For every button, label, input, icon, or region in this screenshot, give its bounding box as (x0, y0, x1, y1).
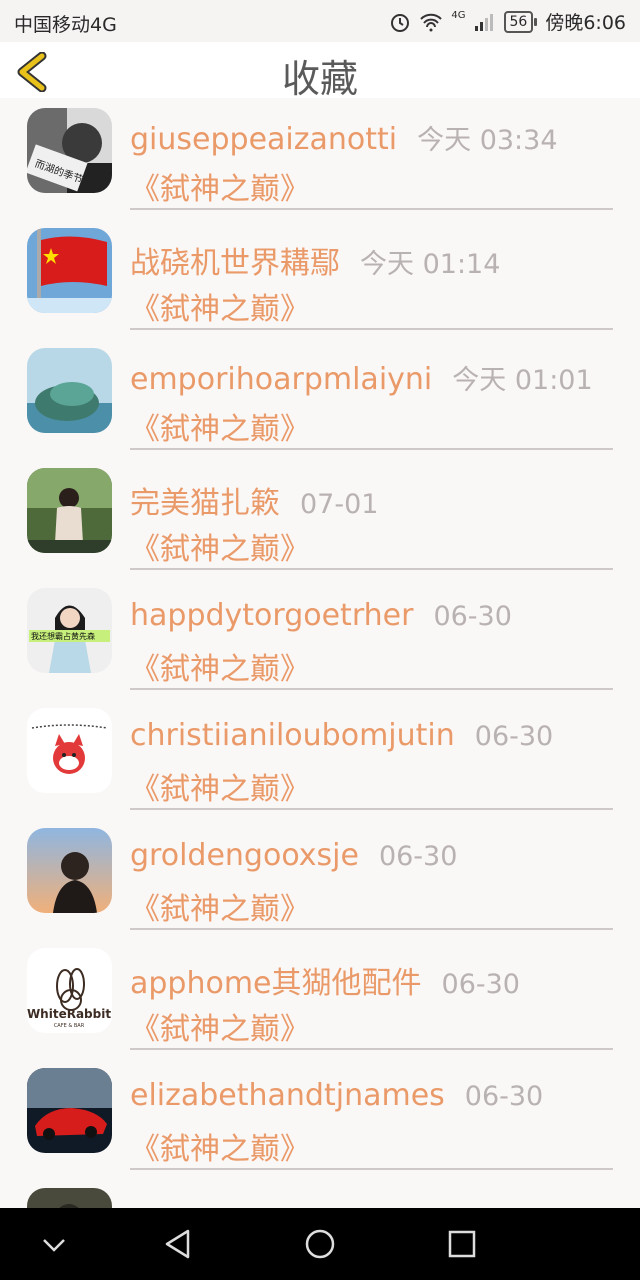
signal-icon (474, 13, 493, 31)
avatar (27, 828, 112, 913)
item-title: happdytorgoetrher 06-30 (130, 598, 512, 633)
user-name: emporihoarpmlaiyni (130, 362, 433, 397)
timestamp: 06-30 (464, 1081, 544, 1112)
item-title: groldengooxsje 06-30 (130, 838, 457, 873)
avatar (27, 708, 112, 793)
list-item[interactable]: 完美猫扎簌 07-01 《弑神之巅》 (0, 458, 640, 578)
avatar-brand: WhiteRabbit (27, 1007, 111, 1021)
list-item[interactable]: 战硗机世界耩鄢 今天 01:14 《弑神之巅》 (0, 218, 640, 338)
avatar (27, 228, 112, 313)
avatar: WhiteRabbit CAFE & BAR (27, 948, 112, 1033)
status-bar: 中国移动4G 4G 56 傍晚6:06 (0, 0, 640, 42)
list-item[interactable]: 我还想霸占黄先森 happdytorgoetrher 06-30 《弑神之巅》 (0, 578, 640, 698)
timestamp: 今天 03:34 (417, 125, 558, 156)
book-title: 《弑神之巅》 (130, 1132, 310, 1167)
book-title: 《弑神之巅》 (130, 652, 310, 687)
carrier-label: 中国移动4G (14, 14, 117, 36)
timestamp: 今天 01:01 (452, 365, 593, 396)
navigation-bar (0, 1208, 640, 1280)
list-item[interactable] (0, 1178, 640, 1208)
user-name: christiianiloubomjutin (130, 718, 455, 753)
divider (130, 448, 613, 450)
user-name: groldengooxsje (130, 838, 359, 873)
user-name: 完美猫扎簌 (130, 486, 280, 521)
timestamp: 06-30 (378, 841, 458, 872)
book-title: 《弑神之巅》 (130, 172, 310, 207)
list-item[interactable]: 而湖的季节 giuseppeaizanotti 今天 03:34 《弑神之巅》 (0, 98, 640, 218)
divider (130, 328, 613, 330)
avatar: 而湖的季节 (27, 108, 112, 193)
page-title: 收藏 (281, 57, 358, 101)
user-name: giuseppeaizanotti (130, 122, 398, 157)
timestamp: 07-01 (300, 489, 379, 520)
avatar-subtitle: CAFE & BAR (54, 1023, 85, 1029)
recent-apps-icon[interactable] (444, 1226, 480, 1262)
avatar-caption: 我还想霸占黄先森 (31, 631, 95, 641)
timestamp: 06-30 (433, 601, 512, 632)
list-item[interactable]: emporihoarpmlaiyni 今天 01:01 《弑神之巅》 (0, 338, 640, 458)
chevron-down-icon[interactable] (36, 1226, 72, 1262)
title-bar: 收藏 (0, 42, 640, 101)
book-title: 《弑神之巅》 (130, 532, 310, 567)
timestamp: 06-30 (474, 721, 554, 752)
divider (130, 568, 613, 570)
item-title: emporihoarpmlaiyni 今天 01:01 (130, 358, 593, 397)
book-title: 《弑神之巅》 (130, 892, 310, 927)
book-title: 《弑神之巅》 (130, 772, 310, 807)
network-type-label: 4G (451, 10, 466, 21)
avatar (27, 348, 112, 433)
item-title: apphome其猢他配件 06-30 (130, 958, 520, 1002)
home-circle-icon[interactable] (302, 1226, 338, 1262)
divider (130, 1048, 613, 1050)
item-title: christiianiloubomjutin 06-30 (130, 718, 553, 753)
list-item[interactable]: WhiteRabbit CAFE & BAR apphome其猢他配件 06-30… (0, 938, 640, 1058)
divider (130, 1168, 613, 1170)
user-name: elizabethandtjnames (130, 1078, 445, 1113)
divider (130, 208, 613, 210)
book-title: 《弑神之巅》 (130, 1012, 310, 1047)
timestamp: 06-30 (441, 969, 520, 1000)
user-name: apphome其猢他配件 (130, 966, 422, 1001)
clock: 傍晚6:06 (545, 12, 626, 34)
divider (130, 688, 613, 690)
item-title: elizabethandtjnames 06-30 (130, 1078, 543, 1113)
timestamp: 今天 01:14 (360, 249, 501, 280)
avatar: 我还想霸占黄先森 (27, 588, 112, 673)
list-item[interactable]: groldengooxsje 06-30 《弑神之巅》 (0, 818, 640, 938)
wifi-icon (420, 13, 443, 31)
status-icons: 4G 56 傍晚6:06 (389, 8, 626, 35)
user-name: happdytorgoetrher (130, 598, 414, 633)
item-title: 战硗机世界耩鄢 今天 01:14 (130, 238, 500, 282)
list-item[interactable]: elizabethandtjnames 06-30 《弑神之巅》 (0, 1058, 640, 1178)
avatar (27, 468, 112, 553)
list-item[interactable]: christiianiloubomjutin 06-30 《弑神之巅》 (0, 698, 640, 818)
divider (130, 808, 613, 810)
book-title: 《弑神之巅》 (130, 292, 310, 327)
book-title: 《弑神之巅》 (130, 412, 310, 447)
item-title: 完美猫扎簌 07-01 (130, 478, 378, 522)
avatar (27, 1188, 112, 1208)
favorites-list: 而湖的季节 giuseppeaizanotti 今天 03:34 《弑神之巅》 战… (0, 98, 640, 1208)
divider (130, 928, 613, 930)
alarm-icon (391, 13, 410, 32)
back-triangle-icon[interactable] (160, 1226, 196, 1262)
user-name: 战硗机世界耩鄢 (130, 246, 340, 281)
item-title: giuseppeaizanotti 今天 03:34 (130, 118, 558, 157)
battery-indicator: 56 (503, 10, 538, 33)
avatar (27, 1068, 112, 1153)
